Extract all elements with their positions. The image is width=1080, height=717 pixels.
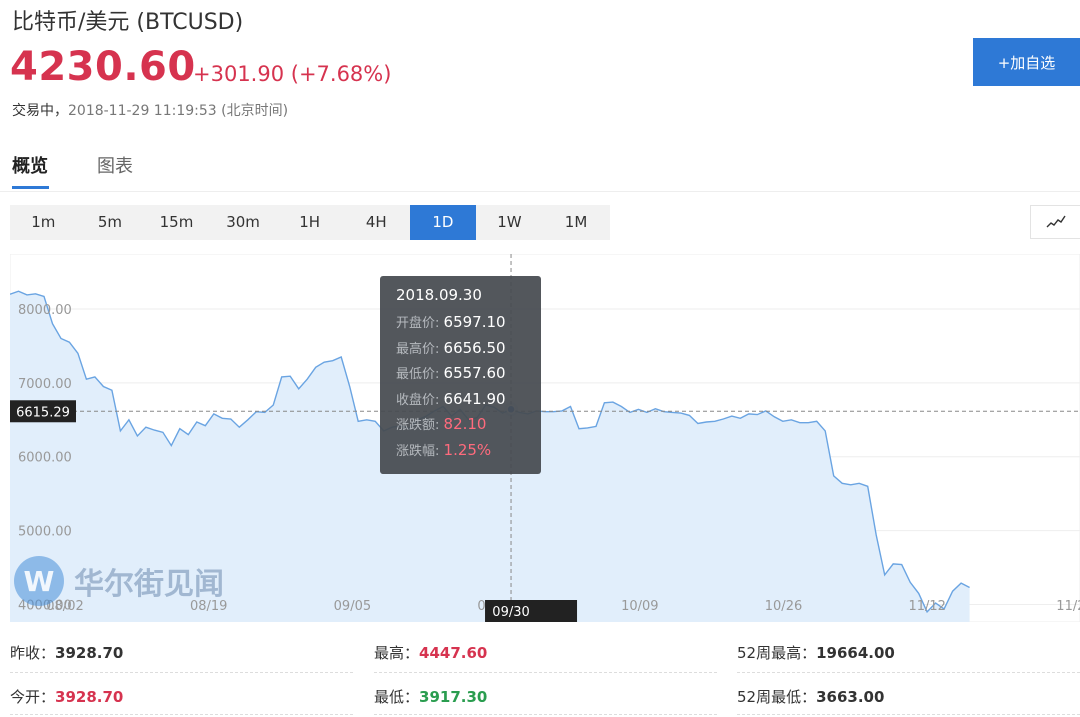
x-tick-label: 10/09: [621, 599, 658, 614]
stat-open-label: 今开：: [10, 688, 56, 706]
stat-high: 最高：4447.60: [374, 642, 487, 663]
y-tick-label: 7000.00: [18, 377, 72, 392]
interval-1m[interactable]: 1m: [10, 205, 77, 240]
stat-52w-low: 52周最低：3663.00: [737, 686, 884, 707]
tooltip-open-value: 6597.10: [443, 313, 506, 331]
active-tab-indicator: [12, 186, 49, 189]
stat-divider: [737, 672, 1080, 673]
interval-30m[interactable]: 30m: [210, 205, 277, 240]
tooltip-high: 最高价: 6656.50: [396, 336, 525, 362]
trading-status: 交易中，2018-11-29 11:19:53 (北京时间): [12, 100, 288, 120]
tooltip-close-value: 6641.90: [443, 389, 506, 408]
stat-prev-close-label: 昨收：: [10, 644, 56, 662]
tooltip-change: 涨跌额: 82.10: [396, 412, 525, 438]
stat-52w-low-value: 3663.00: [816, 688, 885, 706]
tooltip-close: 收盘价: 6641.90: [396, 387, 525, 413]
stat-low-value: 3917.30: [419, 688, 488, 706]
tooltip-open: 开盘价: 6597.10: [396, 310, 525, 336]
stat-high-label: 最高：: [374, 644, 420, 662]
tooltip-percent: 涨跌幅: 1.25%: [396, 438, 525, 464]
tab-bar: 概览 图表: [0, 148, 1080, 192]
stat-divider: [374, 714, 717, 715]
interval-5m[interactable]: 5m: [77, 205, 144, 240]
watermark: W 华尔街见闻: [14, 556, 224, 606]
stat-divider: [374, 672, 717, 673]
tooltip-percent-label: 涨跌幅:: [396, 443, 440, 459]
tooltip-low: 最低价: 6557.60: [396, 361, 525, 387]
y-tick-label: 5000.00: [18, 525, 72, 540]
watermark-text: 华尔街见闻: [74, 567, 224, 602]
status-label: 交易中，: [12, 103, 68, 119]
stat-low-label: 最低：: [374, 688, 420, 706]
page-title: 比特币/美元 (BTCUSD): [12, 10, 244, 35]
x-tick-label: 10/26: [765, 599, 802, 614]
interval-1d[interactable]: 1D: [409, 205, 477, 240]
tooltip-close-label: 收盘价:: [396, 392, 440, 408]
add-to-watchlist-button[interactable]: +加自选: [973, 38, 1080, 86]
stat-52w-high-label: 52周最高：: [737, 644, 817, 662]
tab-overview[interactable]: 概览: [12, 152, 48, 178]
interval-1h[interactable]: 1H: [276, 205, 343, 240]
tooltip-high-label: 最高价:: [396, 341, 440, 357]
interval-1w[interactable]: 1W: [476, 205, 543, 240]
tab-chart[interactable]: 图表: [97, 152, 133, 178]
stat-divider: [10, 672, 353, 673]
tooltip-high-value: 6656.50: [443, 338, 506, 357]
crosshair-date-label: 09/30: [492, 605, 529, 620]
status-time: 2018-11-29 11:19:53 (北京时间): [68, 103, 289, 119]
stat-52w-low-label: 52周最低：: [737, 688, 817, 706]
interval-4h[interactable]: 4H: [343, 205, 410, 240]
chart-tooltip: 2018.09.30 开盘价: 6597.10 最高价: 6656.50 最低价…: [380, 276, 541, 474]
x-tick-label: 09/05: [334, 599, 371, 614]
crosshair-price-label: 6615.29: [16, 405, 70, 420]
tooltip-open-label: 开盘价:: [396, 316, 440, 331]
line-chart-icon: [1046, 215, 1066, 228]
x-tick-label: 11/2: [1056, 599, 1080, 614]
y-tick-label: 6000.00: [18, 451, 72, 466]
tooltip-low-value: 6557.60: [443, 364, 506, 382]
tooltip-date: 2018.09.30: [396, 286, 482, 304]
interval-selector: 1m 5m 15m 30m 1H 4H 1D 1W 1M: [10, 205, 610, 240]
tooltip-change-value: 82.10: [443, 415, 487, 433]
stat-divider: [737, 714, 1080, 715]
stat-open: 今开：3928.70: [10, 686, 123, 707]
tooltip-low-label: 最低价:: [396, 367, 440, 382]
stat-divider: [10, 714, 353, 715]
chart-type-button[interactable]: [1030, 205, 1080, 239]
x-tick-label: 11/12: [908, 599, 945, 614]
tooltip-percent-value: 1.25%: [443, 440, 492, 459]
stat-high-value: 4447.60: [419, 644, 488, 662]
watermark-logo-icon: W: [14, 556, 64, 606]
interval-15m[interactable]: 15m: [143, 205, 210, 240]
current-price: 4230.60: [10, 44, 196, 90]
stat-52w-high: 52周最高：19664.00: [737, 642, 895, 663]
interval-1mo[interactable]: 1M: [543, 205, 610, 240]
stat-open-value: 3928.70: [55, 688, 124, 706]
stat-prev-close-value: 3928.70: [55, 644, 124, 662]
y-tick-label: 8000.00: [18, 303, 72, 318]
stat-52w-high-value: 19664.00: [816, 644, 895, 662]
stat-prev-close: 昨收：3928.70: [10, 642, 123, 663]
tooltip-change-label: 涨跌额:: [396, 418, 440, 433]
stat-low: 最低：3917.30: [374, 686, 487, 707]
price-change: +301.90 (+7.68%): [193, 62, 392, 86]
